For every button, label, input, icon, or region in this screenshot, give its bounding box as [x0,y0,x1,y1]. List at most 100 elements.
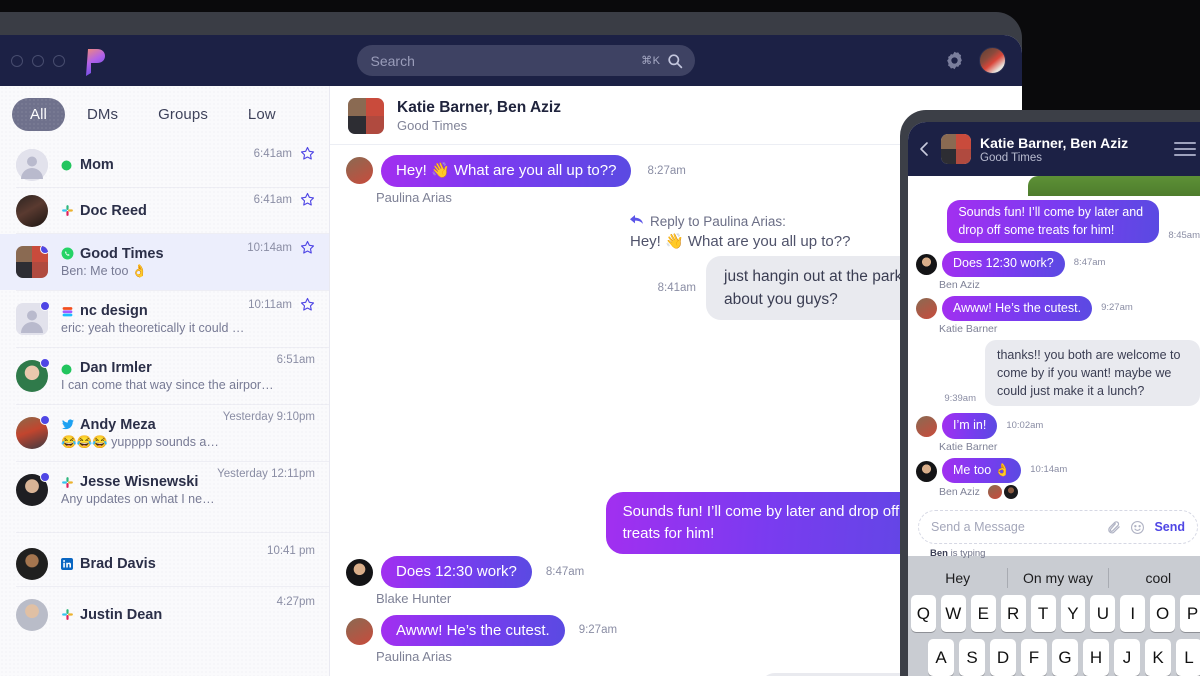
avatar [16,148,48,181]
send-button[interactable]: Send [1154,520,1185,534]
tab-low[interactable]: Low [230,98,294,131]
list-item-name: nc design [80,303,148,319]
app-header: Search ⌘K [0,35,1022,86]
list-item-name: Doc Reed [80,202,147,219]
star-outline-icon[interactable] [300,297,315,312]
phone-app-window: Katie Barner, Ben Aziz Good Times Sounds… [908,122,1200,676]
phone-message-list[interactable]: Sounds fun! I’ll come by later and drop … [908,176,1200,559]
sender-name: Katie Barner [939,440,998,453]
list-item[interactable]: Justin Dean 4:27pm [0,592,329,637]
star-outline-icon[interactable] [300,192,315,207]
key-i[interactable]: I [1120,595,1146,632]
list-item-name: Jesse Wisnewski [80,474,199,490]
phone-chat-header: Katie Barner, Ben Aziz Good Times [908,122,1200,176]
list-item-meta: 6:41am [254,192,315,207]
message-time: 8:41am [657,282,696,294]
sidebar-filter-tabs: All DMs Groups Low [0,86,329,142]
conversation-sidebar: All DMs Groups Low Mom 6:41am Doc Reed 6… [0,86,330,676]
reply-label: Reply to Paulina Arias: [650,213,786,229]
key-g[interactable]: G [1052,639,1078,676]
brand-logo-icon[interactable] [81,46,107,76]
keyboard-row-1: Q W E R T Y U I O P [908,595,1200,632]
list-item[interactable]: Good Times Ben: Me too 👌 10:14am [0,234,329,290]
green-dot-icon [61,158,74,171]
gear-icon[interactable] [944,50,965,71]
minimize-button[interactable] [32,54,44,67]
list-item-time: Yesterday 12:11pm [217,468,315,480]
key-e[interactable]: E [970,595,996,632]
message-bubble: Does 12:30 work? [942,251,1065,277]
message-time: 10:02am [1006,419,1044,431]
prediction-2[interactable]: cool [1109,570,1200,586]
key-s[interactable]: S [959,639,985,676]
list-item[interactable]: Mom 6:41am [0,142,329,187]
sender-name: Katie Barner [939,323,998,335]
search-icon[interactable] [667,53,683,69]
key-r[interactable]: R [1000,595,1026,632]
star-outline-icon[interactable] [300,146,315,161]
key-y[interactable]: Y [1060,595,1086,632]
header-actions [944,47,1006,74]
search-placeholder: Search [370,52,415,69]
key-h[interactable]: H [1083,639,1109,676]
key-a[interactable]: A [928,639,954,676]
phone-composer: Send a Message Send Ben is typing [908,504,1200,559]
list-item-name: Andy Meza [80,416,156,433]
search-input[interactable]: Search ⌘K [356,45,695,76]
search-area: Search ⌘K [107,45,944,76]
list-item[interactable]: Andy Meza 😂😂😂 yupppp sounds about right!… [0,405,329,461]
key-p[interactable]: P [1180,595,1200,632]
key-j[interactable]: J [1114,639,1140,676]
message-input[interactable]: Send a Message Send [918,510,1198,545]
list-item-time: 4:27pm [276,596,315,608]
avatar [916,460,937,482]
prediction-0[interactable]: Hey [908,570,1007,586]
key-t[interactable]: T [1030,595,1056,632]
prediction-1[interactable]: On my way [1008,570,1107,586]
key-u[interactable]: U [1090,595,1116,632]
list-item-body: Andy Meza 😂😂😂 yupppp sounds about right! [61,417,223,450]
list-item-meta: Yesterday 9:10pm [223,411,315,423]
key-d[interactable]: D [990,639,1016,676]
message-row: 9:39am thanks!! you both are welcome to … [908,340,1200,407]
list-item-body: Good Times Ben: Me too 👌 [61,246,247,279]
tab-dms[interactable]: DMs [69,98,136,131]
avatar[interactable] [979,47,1006,74]
list-item[interactable]: Dan Irmler I can come that way since the… [0,348,329,404]
key-o[interactable]: O [1150,595,1176,632]
maximize-button[interactable] [53,54,65,67]
keyboard-row-2: A S D F G H J K L [908,639,1200,676]
message-reactions[interactable] [987,485,1018,500]
key-f[interactable]: F [1021,639,1047,676]
figma-icon [61,305,74,318]
star-outline-icon[interactable] [300,240,315,255]
window-controls[interactable] [11,54,65,67]
tab-groups[interactable]: Groups [140,98,226,131]
key-w[interactable]: W [940,595,966,632]
chat-subtitle: Good Times [397,118,468,133]
avatar [346,157,373,184]
list-item-preview: eric: yeah theoretically it could even s… [61,321,248,335]
hamburger-menu-icon[interactable] [1174,138,1196,160]
key-k[interactable]: K [1145,639,1171,676]
list-item[interactable]: Doc Reed 6:41am [0,188,329,233]
list-item[interactable]: Brad Davis 10:41 pm [0,541,329,586]
tab-all[interactable]: All [12,97,65,131]
close-button[interactable] [11,54,23,67]
list-item-name: Justin Dean [80,606,163,623]
conversation-list[interactable]: Mom 6:41am Doc Reed 6:41am Good Times Be… [0,142,329,676]
twitter-icon [61,418,74,431]
list-item-preview: Ben: Me too 👌 [61,263,148,278]
list-item-time: Yesterday 9:10pm [222,411,315,423]
smiley-icon[interactable] [1130,520,1145,535]
avatar [916,416,937,438]
on-screen-keyboard[interactable]: Hey On my way cool Q W E R T Y U I O P A… [908,556,1200,676]
paperclip-icon[interactable] [1106,520,1121,535]
list-item[interactable]: Jesse Wisnewski Any updates on what I ne… [0,462,329,518]
message-time: 9:27am [578,624,618,637]
list-item[interactable]: nc design eric: yeah theoretically it co… [0,291,329,347]
key-q[interactable]: Q [910,595,936,632]
key-l[interactable]: L [1176,639,1200,676]
back-chevron-icon[interactable] [916,140,932,158]
message-bubble: Hey! 👋 What are you all up to?? [381,155,632,187]
